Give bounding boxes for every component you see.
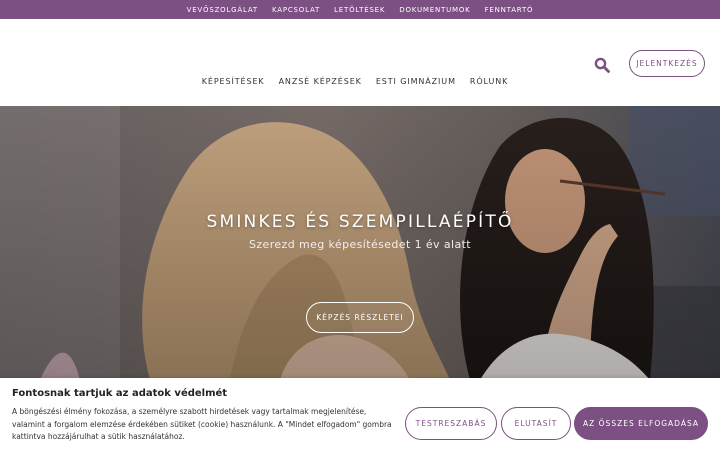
topbar-link-maintainer[interactable]: FENNTARTÓ xyxy=(485,6,534,14)
cookie-consent-banner: Fontosnak tartjuk az adatok védelmét A b… xyxy=(0,378,720,450)
course-details-button[interactable]: KÉPZÉS RÉSZLETEI xyxy=(306,302,414,333)
customize-button[interactable]: TESTRESZABÁS xyxy=(405,407,497,440)
reject-button[interactable]: ELUTASÍT xyxy=(501,407,571,440)
nav-item-about-us[interactable]: RÓLUNK xyxy=(470,77,508,91)
search-icon[interactable] xyxy=(594,57,610,73)
topbar-link-downloads[interactable]: LETÖLTÉSEK xyxy=(334,6,385,14)
hero-title: SMINKES ÉS SZEMPILLAÉPÍTŐ xyxy=(206,212,514,232)
site-header: JELENTKEZÉS KÉPESÍTÉSEK ANZSÉ KÉPZÉSEK E… xyxy=(0,19,720,106)
cookie-title: Fontosnak tartjuk az adatok védelmét xyxy=(12,388,228,399)
topbar-link-documents[interactable]: DOKUMENTUMOK xyxy=(399,6,470,14)
main-navigation: KÉPESÍTÉSEK ANZSÉ KÉPZÉSEK ESTI GIMNÁZIU… xyxy=(0,77,720,91)
nav-item-qualifications[interactable]: KÉPESÍTÉSEK xyxy=(202,77,265,91)
cookie-text: A böngészési élmény fokozása, a személyr… xyxy=(12,407,392,441)
hero-subtitle: Szerezd meg képesítésedet 1 év alatt xyxy=(248,238,472,251)
apply-button[interactable]: JELENTKEZÉS xyxy=(629,50,705,77)
nav-item-anzse-courses[interactable]: ANZSÉ KÉPZÉSEK xyxy=(279,77,362,91)
hero-banner: SMINKES ÉS SZEMPILLAÉPÍTŐ Szerezd meg ké… xyxy=(0,106,720,380)
topbar-link-contact[interactable]: KAPCSOLAT xyxy=(272,6,320,14)
top-utility-bar: VEVŐSZOLGÁLAT KAPCSOLAT LETÖLTÉSEK DOKUM… xyxy=(0,0,720,19)
topbar-link-customer-service[interactable]: VEVŐSZOLGÁLAT xyxy=(187,6,258,14)
accept-all-button[interactable]: AZ ÖSSZES ELFOGADÁSA xyxy=(574,407,708,440)
nav-item-evening-school[interactable]: ESTI GIMNÁZIUM xyxy=(376,77,456,91)
